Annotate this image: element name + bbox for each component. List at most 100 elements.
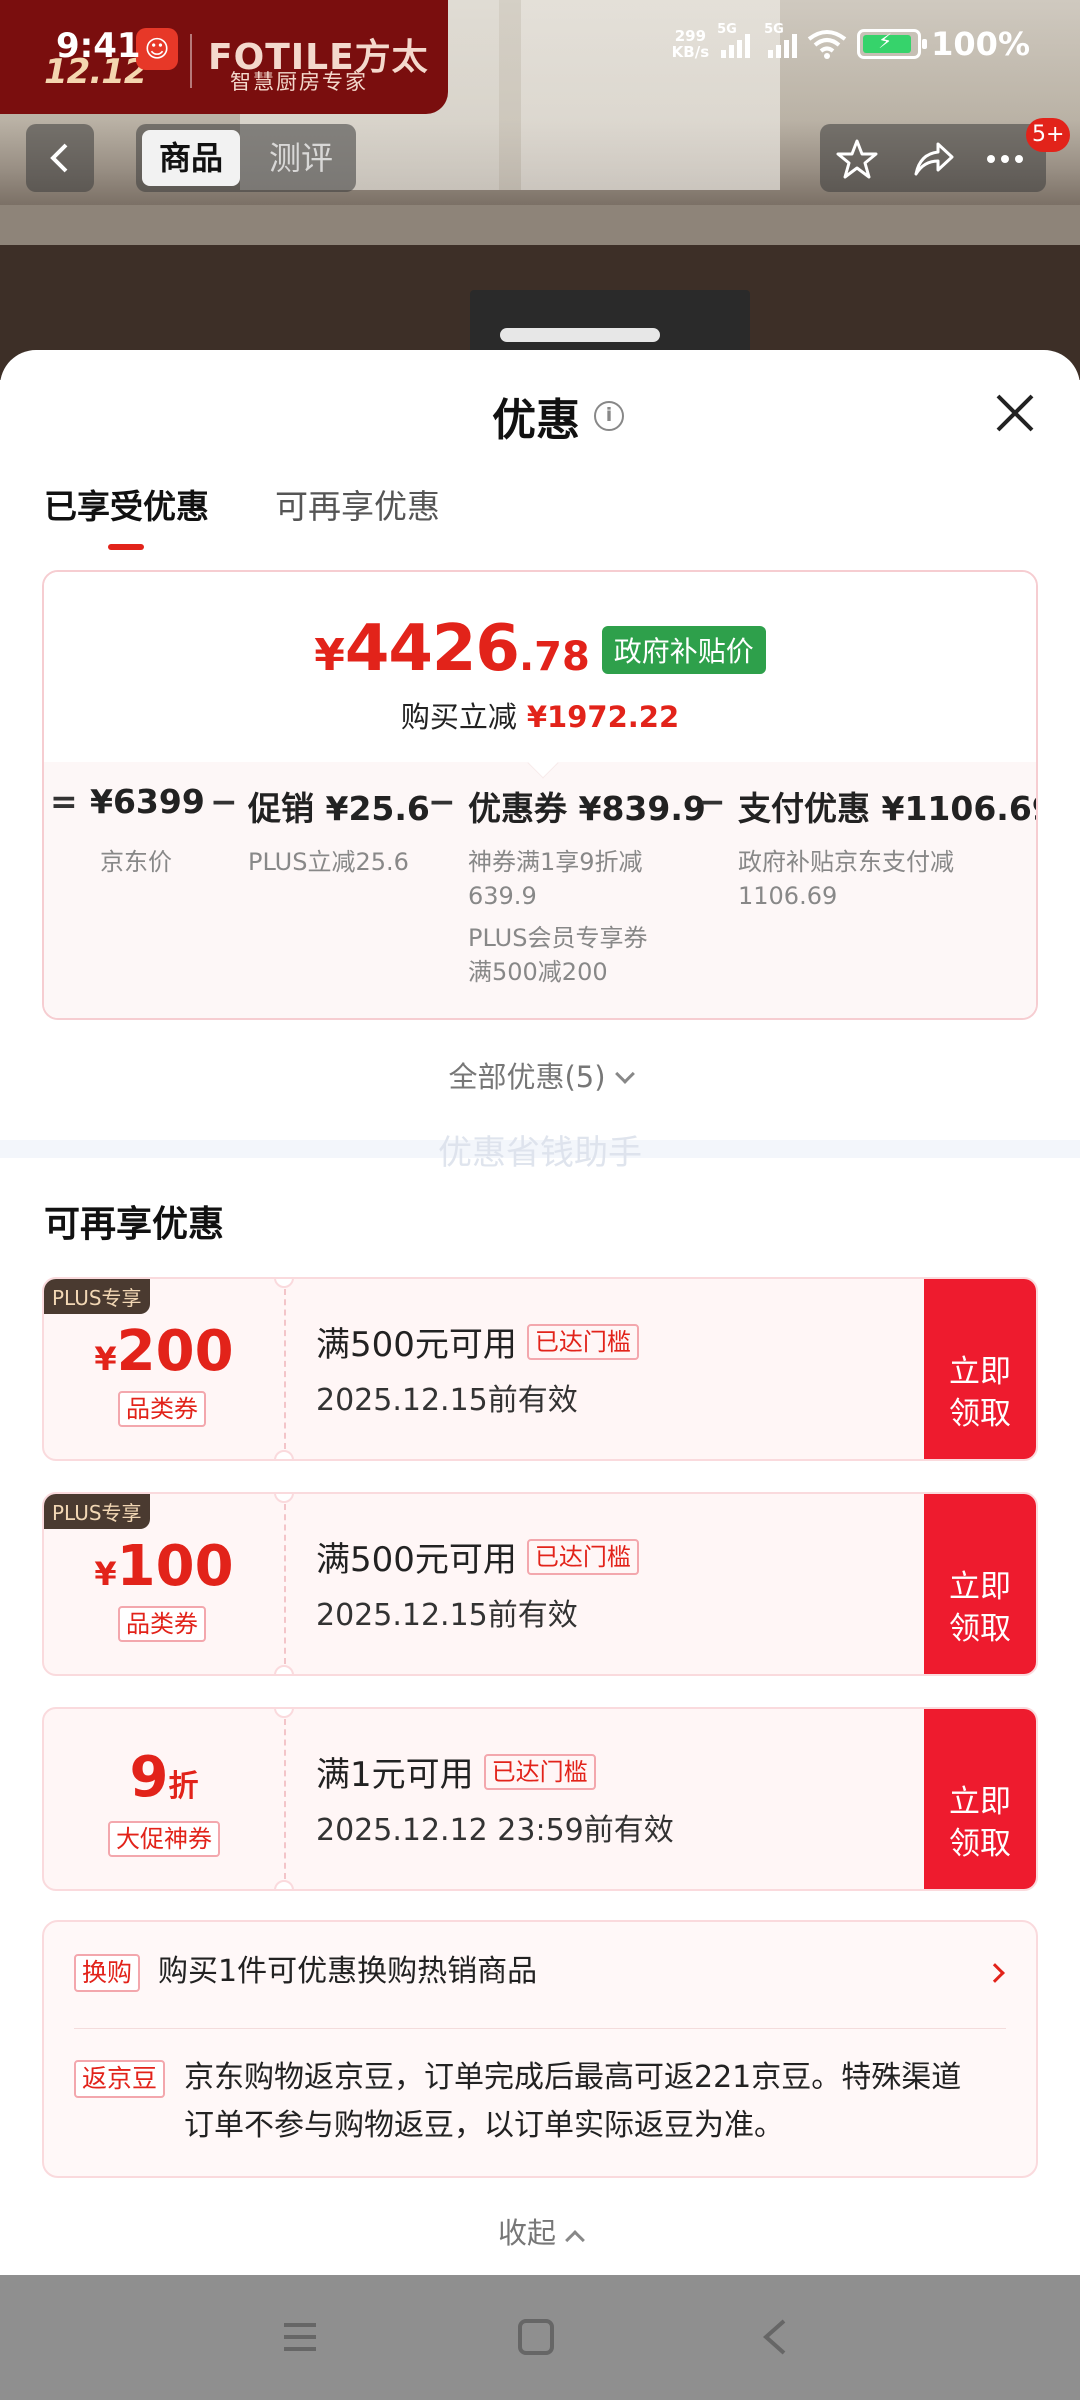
calc-payment: 支付优惠 ¥1106.69 <box>738 789 1038 828</box>
calc-sub-payment-2: 1106.69 <box>738 882 838 910</box>
tab-more-promotions[interactable]: 可再享优惠 <box>275 480 440 544</box>
coupon-validity: 2025.12.15前有效 <box>316 1598 578 1633</box>
countertop <box>0 205 1080 245</box>
tab-product[interactable]: 商品 <box>142 130 240 186</box>
coupon-value: ¥100 <box>94 1534 234 1599</box>
threshold-reached-tag: 已达门槛 <box>526 1538 639 1575</box>
price-summary-card: ¥4426.78 政府补贴价 购买立减 ¥1972.22 = ¥6399 − 促销… <box>42 570 1038 1020</box>
calc-jd-price: ¥6399 <box>90 782 205 821</box>
plus-exclusive-tag: PLUS专享 <box>44 1279 150 1314</box>
extra-benefits-box: 换购 购买1件可优惠换购热销商品 返京豆 京东购物返京豆，订单完成后最高可返22… <box>42 1920 1038 2178</box>
coupon-condition: 满500元可用 已达门槛 <box>316 1532 639 1581</box>
coupon-notch <box>274 1450 294 1459</box>
home-icon[interactable] <box>516 2317 556 2357</box>
chevron-down-icon <box>614 1064 635 1084</box>
calc-sub-coupon-2: 639.9 <box>468 882 537 910</box>
back-button[interactable] <box>26 124 94 192</box>
tab-review[interactable]: 测评 <box>252 130 350 186</box>
claim-coupon-button[interactable]: 立即 领取 <box>924 1279 1036 1459</box>
signal-icon: 5G <box>717 22 751 58</box>
threshold-reached-tag: 已达门槛 <box>483 1753 596 1790</box>
mascot-icon: ☺ <box>136 28 178 70</box>
brand-separator <box>190 34 192 88</box>
more-icon[interactable] <box>984 138 1026 180</box>
chevron-right-icon <box>985 1963 1005 1983</box>
final-price: ¥4426.78 <box>314 612 590 686</box>
gov-subsidy-tag: 政府补贴价 <box>601 626 766 674</box>
divider <box>74 2028 1006 2029</box>
coupon-value: ¥200 <box>94 1319 234 1384</box>
status-icons: 299 KB/s 5G 5G ⚡ 100% <box>672 22 1030 66</box>
tab-enjoyed-promotions[interactable]: 已享受优惠 <box>44 480 209 550</box>
battery-percentage: 100% <box>931 25 1030 63</box>
jd-bean-text-line1: 京东购物返京豆，订单完成后最高可返221京豆。特殊渠道 <box>184 2060 962 2095</box>
calc-promotion: 促销 ¥25.6 <box>248 789 430 828</box>
calc-sub-jd: 京东价 <box>100 848 172 876</box>
network-speed: 299 KB/s <box>671 27 710 61</box>
price-calculation: = ¥6399 − 促销 ¥25.6 − 优惠券 ¥839.9 − 支付优惠 ¥… <box>44 782 1038 832</box>
coupon-cut-line <box>284 1504 286 1664</box>
reduce-label: 购买立减 <box>400 700 517 734</box>
calc-operator: − <box>698 782 726 821</box>
calc-sub-coupon-1: 神券满1享9折减 <box>468 848 643 876</box>
calc-sub-coupon-4: 满500减200 <box>468 958 608 986</box>
exchange-text: 购买1件可优惠换购热销商品 <box>158 1954 538 1989</box>
wifi-icon <box>807 30 847 59</box>
coupon-card: PLUS专享 ¥200 品类券 满500元可用 已达门槛 2025.12.15前… <box>42 1277 1038 1461</box>
menu-icon[interactable] <box>280 2317 320 2357</box>
status-time: 9:41 <box>56 26 141 66</box>
plus-exclusive-tag: PLUS专享 <box>44 1494 150 1529</box>
action-group <box>820 124 1046 192</box>
coupon-validity: 2025.12.15前有效 <box>316 1383 578 1418</box>
calc-operator: = <box>50 782 78 821</box>
jd-bean-text-line2: 订单不参与购物返豆，以订单实际返豆为准。 <box>184 2108 784 2143</box>
system-navigation-bar <box>0 2275 1080 2400</box>
star-icon[interactable] <box>836 138 878 180</box>
coupon-condition: 满500元可用 已达门槛 <box>316 1317 639 1366</box>
coupon-cut-line <box>284 1719 286 1879</box>
page-tabs: 商品 测评 <box>136 124 356 192</box>
chevron-up-icon <box>565 2230 585 2250</box>
back-icon[interactable] <box>756 2317 796 2357</box>
calc-sub-coupon-3: PLUS会员专享券 <box>468 924 648 952</box>
calc-sub-promotion: PLUS立减25.6 <box>248 848 409 876</box>
jd-bean-tag: 返京豆 <box>74 2060 166 2098</box>
brand-slogan: 智慧厨房专家 <box>230 70 368 94</box>
coupon-notch <box>274 1880 294 1889</box>
coupon-type: 品类券 <box>118 1606 206 1642</box>
battery-icon: ⚡ <box>857 29 928 59</box>
claim-coupon-button[interactable]: 立即 领取 <box>924 1709 1036 1889</box>
share-icon[interactable] <box>912 138 954 180</box>
info-icon[interactable]: i <box>594 401 624 431</box>
all-promotions-toggle[interactable]: 全部优惠(5) <box>0 1054 1080 1096</box>
chevron-left-icon <box>50 143 68 173</box>
calc-coupon: 优惠券 ¥839.9 <box>468 789 706 828</box>
promotion-sheet: 优惠 i 已享受优惠 可再享优惠 ¥4426.78 政府补贴价 购买立减 ¥197… <box>0 350 1080 2275</box>
reduce-amount: ¥1972.22 <box>526 700 680 734</box>
claim-coupon-button[interactable]: 立即 领取 <box>924 1494 1036 1674</box>
notification-badge: 5+ <box>1026 118 1071 152</box>
collapse-toggle[interactable]: 收起 <box>0 2210 1080 2252</box>
calc-operator: − <box>210 782 238 821</box>
helper-watermark: 优惠省钱助手 <box>438 1133 642 1173</box>
reduce-row: 购买立减 ¥1972.22 <box>44 694 1036 736</box>
coupon-validity: 2025.12.12 23:59前有效 <box>316 1813 674 1848</box>
signal-icon-2: 5G <box>764 22 798 58</box>
coupon-value: 9折 <box>129 1745 199 1810</box>
coupon-notch <box>274 1665 294 1674</box>
calc-sub-payment-1: 政府补贴京东支付减 <box>738 848 954 876</box>
coupon-card: PLUS专享 ¥100 品类券 满500元可用 已达门槛 2025.12.15前… <box>42 1492 1038 1676</box>
section-title: 可再享优惠 <box>44 1204 225 1245</box>
coupon-cut-line <box>284 1289 286 1449</box>
final-price-row: ¥4426.78 政府补贴价 <box>44 612 1036 686</box>
coupon-type: 品类券 <box>118 1391 206 1427</box>
sheet-title: 优惠 <box>492 395 580 446</box>
coupon-condition: 满1元可用 已达门槛 <box>316 1747 596 1796</box>
sheet-header: 优惠 i <box>492 388 624 446</box>
coupon-card: 9折 大促神券 满1元可用 已达门槛 2025.12.12 23:59前有效 立… <box>42 1707 1038 1891</box>
exchange-tag: 换购 <box>74 1954 141 1992</box>
calc-operator: − <box>428 782 456 821</box>
close-icon[interactable] <box>990 388 1040 438</box>
coupon-type: 大促神券 <box>108 1821 220 1857</box>
threshold-reached-tag: 已达门槛 <box>526 1323 639 1360</box>
